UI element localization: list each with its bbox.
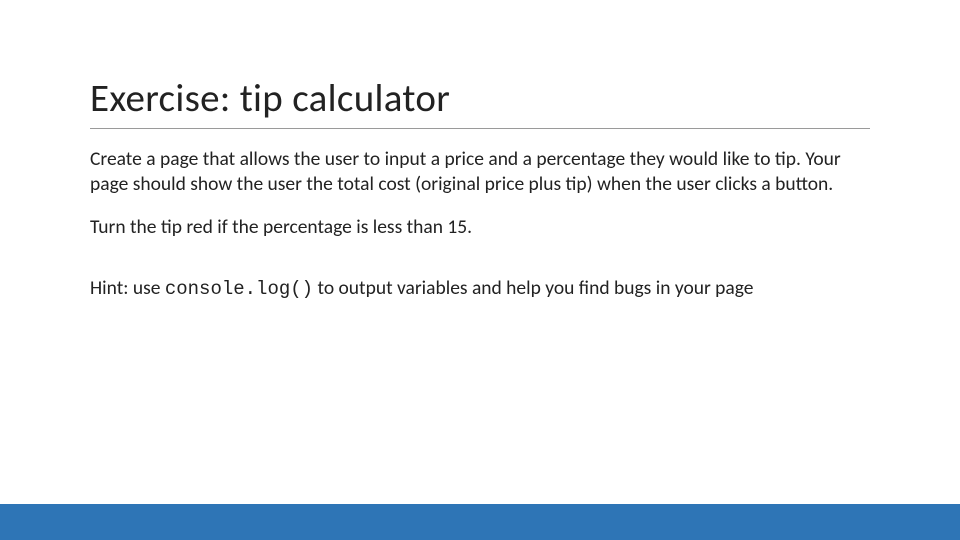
slide: Exercise: tip calculator Create a page t… — [0, 0, 960, 540]
hint-prefix: Hint: use — [90, 276, 165, 300]
hint-code: console.log() — [165, 278, 313, 300]
slide-title: Exercise: tip calculator — [90, 75, 870, 129]
paragraph-1: Create a page that allows the user to in… — [90, 147, 870, 197]
paragraph-hint: Hint: use console.log() to output variab… — [90, 276, 870, 301]
footer-bar — [0, 504, 960, 540]
paragraph-2: Turn the tip red if the percentage is le… — [90, 215, 870, 240]
hint-suffix: to output variables and help you find bu… — [313, 276, 753, 300]
